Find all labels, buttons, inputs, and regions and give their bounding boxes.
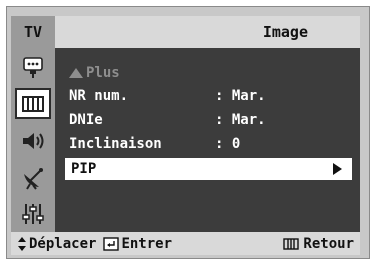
- menu-icon: [283, 237, 300, 250]
- footer-hints: Déplacer Entrer Retour: [11, 232, 360, 255]
- enter-hint: Entrer: [103, 236, 172, 252]
- menu-item-label: DNIe: [69, 112, 103, 128]
- up-down-arrow-icon: [18, 236, 26, 251]
- tv-tab: TV: [11, 16, 55, 48]
- back-hint-label: Retour: [303, 235, 354, 252]
- menu-item-inclinaison[interactable]: Inclinaison : 0: [69, 133, 346, 155]
- move-hint: Déplacer: [17, 236, 96, 252]
- enter-icon: [103, 236, 120, 251]
- title-bar: TV Image: [11, 16, 360, 48]
- enter-hint-label: Entrer: [121, 235, 173, 252]
- menu-item-label: NR num.: [69, 88, 129, 104]
- up-arrow-icon: [69, 68, 83, 78]
- satellite-icon[interactable]: [15, 162, 51, 193]
- sidebar: [11, 48, 55, 232]
- image-adjust-icon[interactable]: [15, 88, 51, 119]
- sliders-icon[interactable]: [15, 198, 51, 229]
- menu-item-value: : Mar.: [215, 88, 266, 104]
- menu-item-dnie[interactable]: DNIe : Mar.: [69, 109, 346, 131]
- menu-item-nr-num[interactable]: NR num. : Mar.: [69, 85, 346, 107]
- move-hint-label: Déplacer: [29, 235, 97, 252]
- menu-item-value: : Mar.: [215, 112, 266, 128]
- right-arrow-icon: [333, 163, 342, 175]
- menu-more-label: Plus: [86, 65, 120, 81]
- menu-more-up[interactable]: Plus: [69, 62, 346, 84]
- speaker-icon[interactable]: [15, 125, 51, 156]
- menu-item-label: Inclinaison: [69, 136, 162, 152]
- menu-panel: Plus NR num. : Mar. DNIe : Mar. Inclinaiso…: [55, 48, 360, 232]
- menu-item-value: : 0: [215, 136, 241, 152]
- back-hint: Retour: [283, 236, 354, 252]
- menu-item-label: PIP: [71, 161, 97, 177]
- picture-icon[interactable]: [15, 52, 51, 83]
- page-title: Image: [55, 16, 360, 48]
- menu-item-pip[interactable]: PIP: [65, 158, 352, 180]
